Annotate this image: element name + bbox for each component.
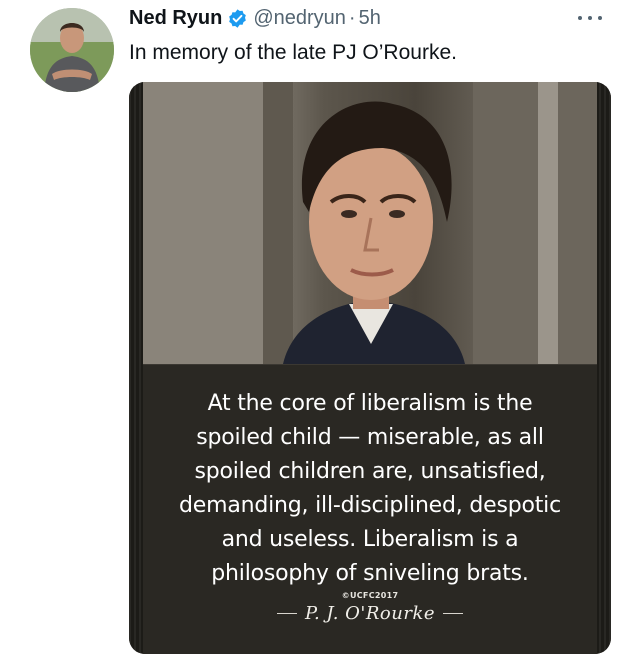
tweet-header: Ned Ryun @nedryun · 5h [129, 6, 381, 30]
author-handle[interactable]: @nedryun [253, 6, 346, 30]
avatar-photo [30, 8, 114, 92]
separator-dot: · [348, 7, 356, 29]
tweet-text: In memory of the late PJ O’Rourke. [129, 41, 457, 64]
tweet-media-image[interactable]: At the core of liberalism is the spoiled… [129, 82, 611, 654]
quote-line: spoiled child — miserable, as all [196, 425, 544, 450]
quote-line: and useless. Liberalism is a [221, 527, 519, 552]
avatar[interactable] [30, 8, 114, 92]
quote-line: At the core of liberalism is the [207, 391, 533, 416]
quote-text: At the core of liberalism is the spoiled… [143, 387, 597, 591]
quote-line: spoiled children are, unsatisfied, [194, 459, 546, 484]
quote-line: demanding, ill-disciplined, despotic [179, 493, 561, 518]
copyright-mark: ©UCFC2017 [341, 591, 399, 600]
divider [443, 613, 464, 614]
quote-attribution: P. J. O'Rourke [143, 603, 597, 624]
more-options-icon[interactable] [578, 12, 602, 24]
divider [276, 613, 297, 614]
portrait-photo [143, 82, 597, 364]
signature: P. J. O'Rourke [304, 603, 436, 624]
verified-badge-icon [227, 8, 248, 29]
quote-line: philosophy of sniveling brats. [211, 561, 529, 586]
author-name[interactable]: Ned Ryun [129, 6, 222, 30]
timestamp[interactable]: 5h [359, 6, 381, 30]
quote-panel: At the core of liberalism is the spoiled… [143, 364, 597, 654]
